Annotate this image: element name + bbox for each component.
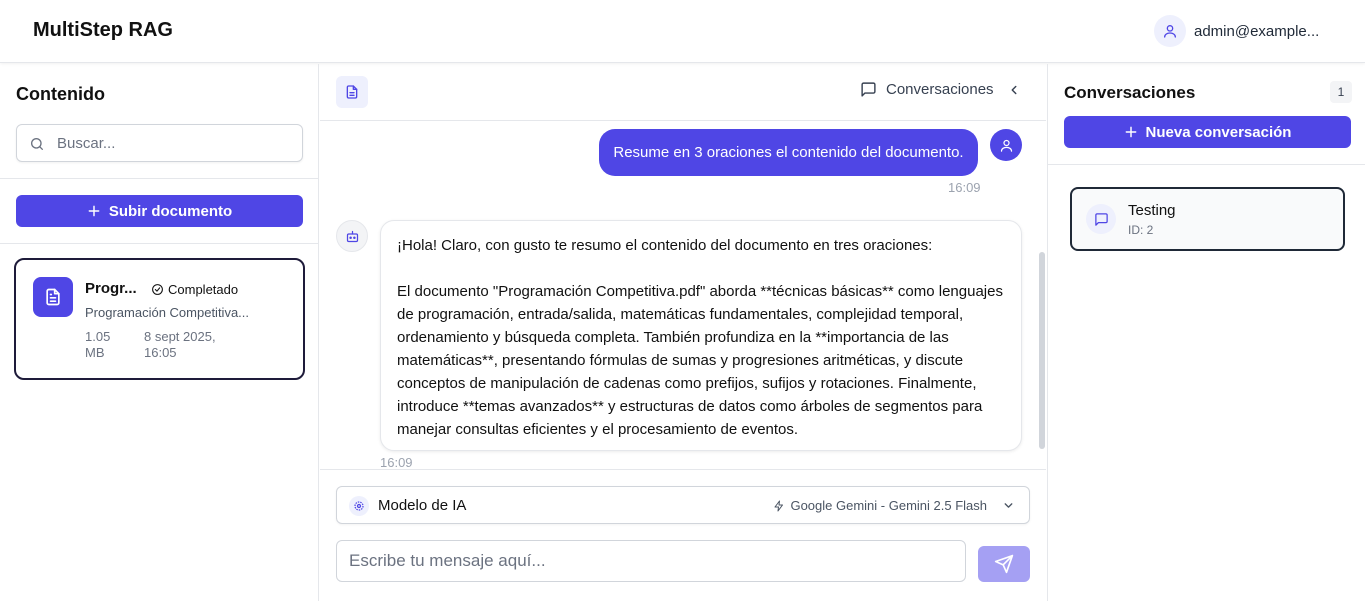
message-list[interactable]: Resume en 3 oraciones el contenido del d… bbox=[320, 121, 1046, 470]
status-badge: Completado bbox=[151, 282, 238, 297]
conversations-toggle-button[interactable]: Conversaciones bbox=[860, 81, 1021, 98]
status-label: Completado bbox=[168, 282, 239, 297]
assistant-message-paragraph: El documento "Programación Competitiva.p… bbox=[397, 283, 1003, 438]
assistant-message: ¡Hola! Claro, con gusto te resumo el con… bbox=[380, 220, 1022, 451]
assistant-message-paragraph: ¡Hola! Claro, con gusto te resumo el con… bbox=[397, 237, 933, 254]
plus-icon bbox=[87, 204, 101, 218]
chat-header: Conversaciones bbox=[320, 64, 1046, 121]
conversation-id: ID: 2 bbox=[1128, 223, 1154, 237]
plus-icon bbox=[1124, 125, 1138, 139]
user-message: Resume en 3 oraciones el contenido del d… bbox=[599, 129, 978, 176]
user-icon bbox=[1154, 15, 1186, 47]
document-date: 8 sept 2025, 16:05 bbox=[144, 329, 216, 360]
conversation-name: Testing bbox=[1128, 202, 1176, 219]
message-square-icon bbox=[860, 81, 877, 98]
model-selector-value: Google Gemini - Gemini 2.5 Flash bbox=[790, 498, 987, 513]
document-size: 1.05 MB bbox=[85, 329, 111, 360]
top-bar: MultiStep RAG admin@example... bbox=[0, 0, 1365, 63]
search-input[interactable] bbox=[57, 125, 297, 161]
user-avatar-icon bbox=[990, 129, 1022, 161]
divider bbox=[1048, 164, 1365, 165]
search-box[interactable] bbox=[16, 124, 303, 162]
conversations-panel-title: Conversaciones bbox=[1064, 83, 1196, 102]
chevron-left-icon bbox=[1007, 83, 1021, 97]
conversations-panel: Conversaciones 1 Nueva conversación Test… bbox=[1047, 64, 1365, 601]
document-card[interactable]: Progr... Completado Programación Competi… bbox=[14, 258, 305, 380]
divider bbox=[0, 178, 319, 179]
model-selector-value-group: Google Gemini - Gemini 2.5 Flash bbox=[773, 498, 1015, 513]
content-panel-title: Contenido bbox=[16, 84, 105, 104]
check-circle-icon bbox=[151, 283, 164, 296]
settings-icon bbox=[349, 496, 369, 516]
conversations-toggle-label: Conversaciones bbox=[886, 81, 994, 98]
composer: Modelo de IA Google Gemini - Gemini 2.5 … bbox=[320, 469, 1046, 601]
new-conversation-label: Nueva conversación bbox=[1145, 123, 1292, 141]
message-input[interactable] bbox=[336, 540, 966, 582]
upload-document-label: Subir documento bbox=[108, 202, 233, 220]
bot-icon bbox=[336, 220, 368, 252]
model-selector-label: Modelo de IA bbox=[378, 497, 467, 514]
chevron-down-icon bbox=[1002, 499, 1015, 512]
document-icon bbox=[344, 84, 360, 100]
chat-panel: Conversaciones Resume en 3 oraciones el … bbox=[320, 64, 1046, 601]
model-selector[interactable]: Modelo de IA Google Gemini - Gemini 2.5 … bbox=[336, 486, 1030, 524]
send-icon bbox=[994, 554, 1014, 574]
conversation-item[interactable]: Testing ID: 2 bbox=[1070, 187, 1345, 251]
document-filename: Programación Competitiva... bbox=[85, 305, 250, 320]
message-square-icon bbox=[1086, 204, 1116, 234]
message-time: 16:09 bbox=[948, 180, 981, 195]
conversation-count-badge: 1 bbox=[1330, 81, 1352, 103]
document-icon bbox=[33, 277, 73, 317]
new-conversation-button[interactable]: Nueva conversación bbox=[1064, 116, 1351, 148]
zap-icon bbox=[773, 500, 785, 512]
send-button[interactable] bbox=[978, 546, 1030, 582]
search-icon bbox=[29, 136, 45, 152]
document-name: Progr... bbox=[85, 280, 137, 297]
message-time: 16:09 bbox=[380, 455, 413, 470]
content-panel: Contenido Subir documento Progr... bbox=[0, 64, 319, 601]
divider bbox=[0, 243, 319, 244]
user-email: admin@example... bbox=[1194, 22, 1320, 40]
app-title: MultiStep RAG bbox=[33, 19, 173, 41]
user-menu[interactable]: admin@example... bbox=[1154, 15, 1319, 47]
scrollbar[interactable] bbox=[1039, 252, 1045, 449]
documents-toggle-button[interactable] bbox=[336, 76, 368, 108]
upload-document-button[interactable]: Subir documento bbox=[16, 195, 303, 227]
